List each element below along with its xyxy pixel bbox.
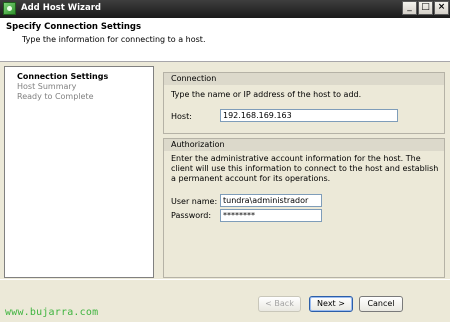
- connection-legend: Connection: [164, 73, 444, 85]
- authorization-legend: Authorization: [164, 139, 444, 151]
- host-label: Host:: [171, 112, 192, 121]
- host-input[interactable]: 192.168.169.163: [220, 109, 398, 122]
- connection-description: Type the name or IP address of the host …: [171, 90, 362, 99]
- step-ready-to-complete: Ready to Complete: [17, 92, 94, 101]
- step-host-summary: Host Summary: [17, 82, 77, 91]
- username-label: User name:: [171, 197, 218, 206]
- back-button[interactable]: < Back: [258, 296, 301, 312]
- wizard-body: Connection Settings Host Summary Ready t…: [0, 62, 450, 279]
- connection-group: Connection Type the name or IP address o…: [163, 72, 445, 134]
- cancel-button[interactable]: Cancel: [359, 296, 403, 312]
- wizard-footer: www.bujarra.com < Back Next > Cancel: [0, 279, 450, 322]
- step-connection-settings[interactable]: Connection Settings: [17, 72, 108, 81]
- password-input[interactable]: ********: [220, 209, 322, 222]
- wizard-header: Specify Connection Settings Type the inf…: [0, 18, 450, 62]
- page-subtitle: Type the information for connecting to a…: [22, 35, 206, 44]
- title-bar: Add Host Wizard _ □ ×: [0, 0, 450, 18]
- window-title: Add Host Wizard: [21, 3, 101, 13]
- page-title: Specify Connection Settings: [6, 22, 142, 32]
- username-input[interactable]: tundra\administrador: [220, 194, 322, 207]
- next-button[interactable]: Next >: [309, 296, 353, 312]
- minimize-button[interactable]: _: [402, 1, 417, 15]
- steps-panel: Connection Settings Host Summary Ready t…: [4, 66, 154, 278]
- watermark-text: www.bujarra.com: [5, 307, 99, 318]
- app-icon: [3, 2, 16, 15]
- password-label: Password:: [171, 211, 212, 220]
- authorization-description: Enter the administrative account informa…: [171, 154, 439, 183]
- maximize-button[interactable]: □: [418, 1, 433, 15]
- close-button[interactable]: ×: [434, 1, 449, 15]
- authorization-group: Authorization Enter the administrative a…: [163, 138, 445, 278]
